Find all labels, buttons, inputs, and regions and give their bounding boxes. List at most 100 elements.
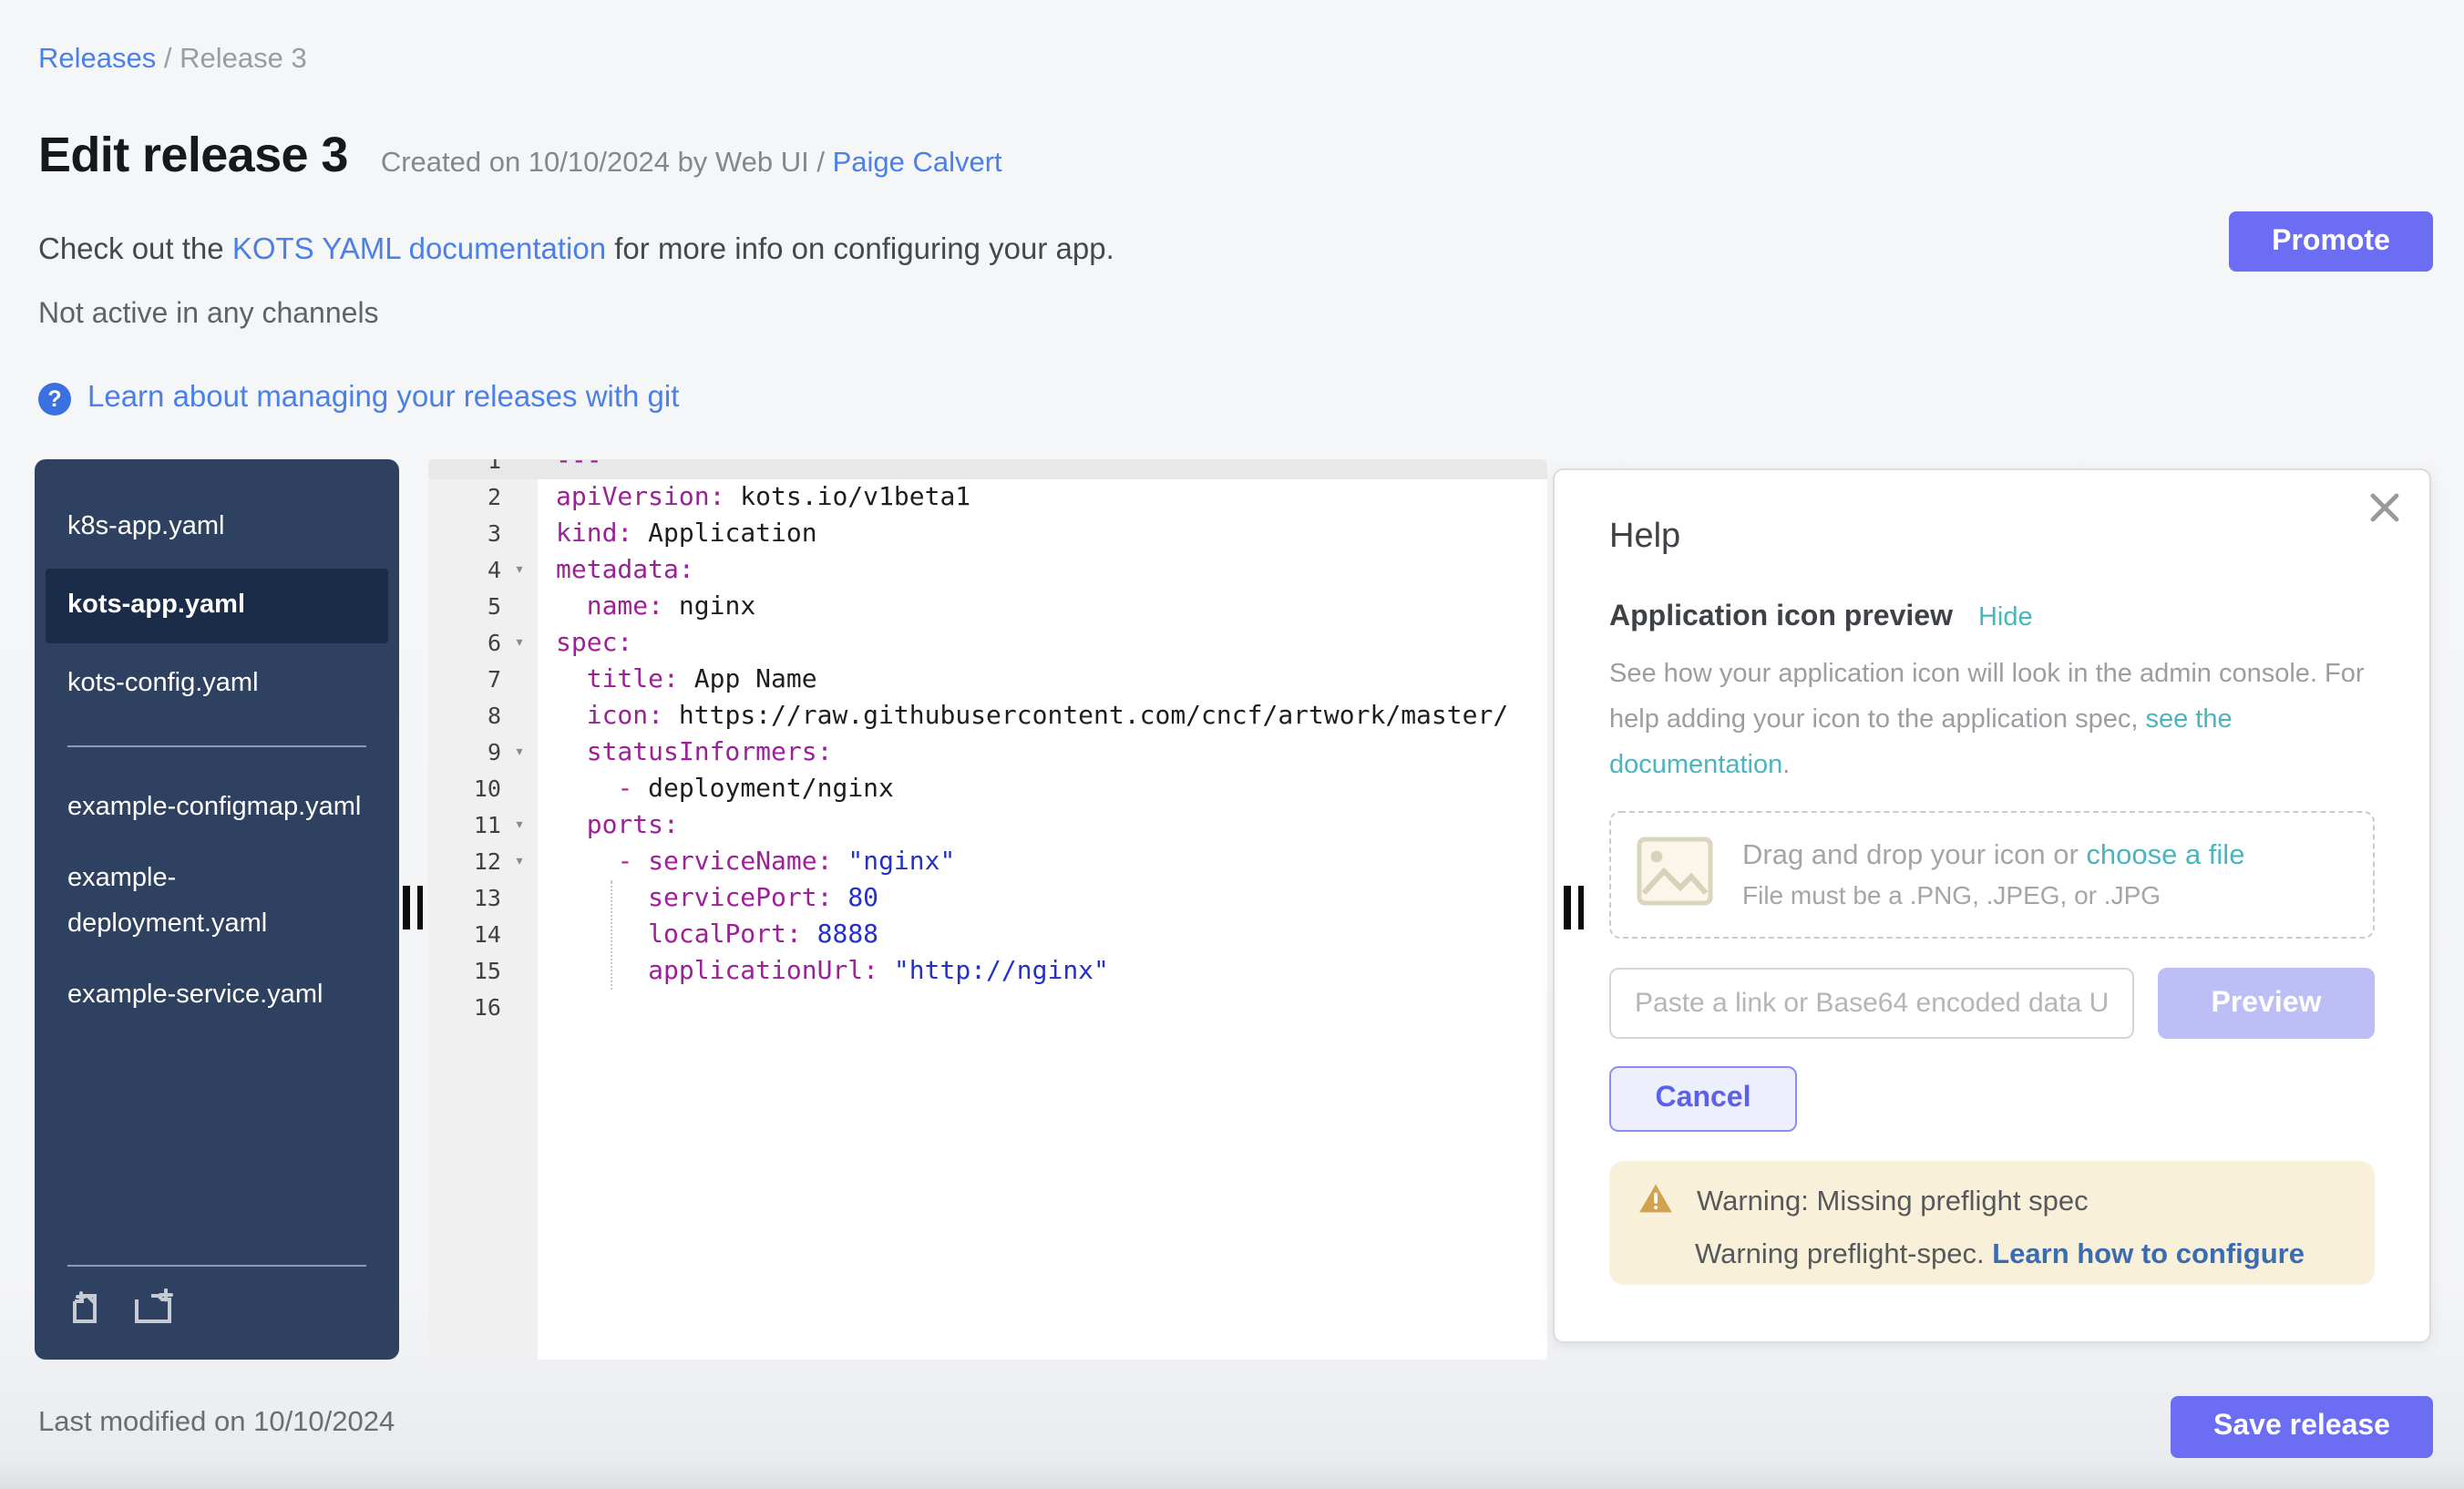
code-text: name: nginx [538, 589, 1547, 625]
created-prefix: Created on 10/10/2024 by Web UI / [381, 148, 833, 179]
code-text [538, 990, 1547, 1026]
author-link[interactable]: Paige Calvert [833, 148, 1002, 179]
hide-link[interactable]: Hide [1978, 603, 2033, 632]
fold-spacer [501, 698, 538, 734]
add-folder-icon[interactable] [133, 1289, 177, 1334]
fold-arrow-icon[interactable]: ▾ [501, 625, 538, 662]
code-line[interactable]: 4▾metadata: [428, 552, 1547, 589]
warning-triangle-icon [1638, 1183, 1673, 1223]
yaml-editor[interactable]: 1---2 apiVersion: kots.io/v1beta13kind: A… [428, 459, 1547, 1360]
line-number: 3 [428, 516, 501, 552]
save-release-button[interactable]: Save release [2171, 1396, 2433, 1458]
page-title: Edit release 3 [38, 128, 348, 184]
file-item[interactable]: kots-config.yaml [35, 649, 399, 720]
fold-arrow-icon[interactable]: ▾ [501, 807, 538, 844]
code-lines: 1---2 apiVersion: kots.io/v1beta13kind: A… [428, 459, 1547, 1026]
code-text: applicationUrl: "http://nginx" [538, 953, 1547, 990]
warning-title: Warning: Missing preflight spec [1697, 1186, 2089, 1219]
code-line[interactable]: 8 icon: https://raw.githubusercontent.co… [428, 698, 1547, 734]
fold-spacer [501, 459, 538, 479]
file-item[interactable]: example-deployment.yaml [35, 844, 399, 960]
line-number: 16 [428, 990, 501, 1026]
image-placeholder-icon [1637, 836, 1713, 914]
line-number: 12 [428, 844, 501, 880]
code-text: icon: https://raw.githubusercontent.com/… [538, 698, 1547, 734]
code-line[interactable]: 3kind: Application [428, 516, 1547, 552]
icon-preview-description: See how your application icon will look … [1609, 652, 2375, 789]
code-line[interactable]: 12▾ - serviceName: "nginx" [428, 844, 1547, 880]
code-text: servicePort: 80 [538, 880, 1547, 917]
code-text: statusInformers: [538, 734, 1547, 771]
file-item[interactable]: example-service.yaml [35, 960, 399, 1032]
description-text: See how your application icon will look … [1609, 660, 2365, 734]
fold-arrow-icon[interactable]: ▾ [501, 844, 538, 880]
kots-yaml-docs-link[interactable]: KOTS YAML documentation [232, 233, 606, 266]
fold-arrow-icon[interactable]: ▾ [501, 734, 538, 771]
git-help-line: ? Learn about managing your releases wit… [38, 381, 679, 416]
dropzone-text: Drag and drop your icon or choose a file [1742, 840, 2244, 873]
code-text: - serviceName: "nginx" [538, 844, 1547, 880]
warning-configure-link[interactable]: Learn how to configure [1992, 1239, 2305, 1270]
fold-spacer [501, 771, 538, 807]
code-text: spec: [538, 625, 1547, 662]
code-text: apiVersion: kots.io/v1beta1 [538, 479, 1547, 516]
line-number: 6 [428, 625, 501, 662]
description-period: . [1782, 751, 1790, 780]
code-text: metadata: [538, 552, 1547, 589]
preflight-warning: Warning: Missing preflight spec Warning … [1609, 1161, 2375, 1285]
line-number: 5 [428, 589, 501, 625]
file-item[interactable]: kots-app.yaml [46, 569, 388, 643]
code-line[interactable]: 1--- [428, 459, 1547, 479]
code-line[interactable]: 10 - deployment/nginx [428, 771, 1547, 807]
file-item[interactable]: k8s-app.yaml [35, 492, 399, 563]
code-line[interactable]: 16 [428, 990, 1547, 1026]
preview-button[interactable]: Preview [2158, 968, 2375, 1039]
code-line[interactable]: 14 localPort: 8888 [428, 917, 1547, 953]
code-line[interactable]: 2 apiVersion: kots.io/v1beta1 [428, 479, 1547, 516]
file-group-1: k8s-app.yamlkots-app.yamlkots-config.yam… [35, 492, 399, 720]
icon-preview-title: Application icon preview [1609, 601, 1953, 634]
fold-arrow-icon[interactable]: ▾ [501, 552, 538, 589]
sidebar-resize-handle[interactable] [403, 886, 423, 929]
file-group-divider [67, 745, 366, 747]
channel-status: Not active in any channels [38, 299, 379, 332]
docs-hint-after: for more info on configuring your app. [606, 233, 1114, 266]
line-number: 10 [428, 771, 501, 807]
choose-file-link[interactable]: choose a file [2086, 840, 2244, 871]
fold-spacer [501, 953, 538, 990]
line-number: 2 [428, 479, 501, 516]
release-editor-page: Releases / Release 3 Edit release 3 Crea… [0, 0, 2464, 1489]
file-item[interactable]: example-configmap.yaml [35, 773, 399, 844]
code-line[interactable]: 6▾spec: [428, 625, 1547, 662]
code-line[interactable]: 9▾ statusInformers: [428, 734, 1547, 771]
help-panel-resize-handle[interactable] [1564, 886, 1584, 929]
cancel-button[interactable]: Cancel [1609, 1066, 1797, 1132]
line-number: 14 [428, 917, 501, 953]
fold-spacer [501, 880, 538, 917]
git-releases-link[interactable]: Learn about managing your releases with … [87, 381, 679, 416]
fold-spacer [501, 990, 538, 1026]
code-line[interactable]: 15 applicationUrl: "http://nginx" [428, 953, 1547, 990]
icon-url-input[interactable] [1609, 968, 2134, 1039]
fold-spacer [501, 516, 538, 552]
icon-dropzone[interactable]: Drag and drop your icon or choose a file… [1609, 811, 2375, 939]
last-modified-text: Last modified on 10/10/2024 [38, 1407, 395, 1440]
line-number: 9 [428, 734, 501, 771]
line-number: 11 [428, 807, 501, 844]
code-line[interactable]: 7 title: App Name [428, 662, 1547, 698]
code-text: ports: [538, 807, 1547, 844]
code-line[interactable]: 11▾ ports: [428, 807, 1547, 844]
breadcrumb-separator: / [156, 44, 180, 75]
dropzone-text-before: Drag and drop your icon or [1742, 840, 2086, 871]
question-mark-icon: ? [38, 382, 71, 415]
fold-spacer [501, 589, 538, 625]
close-icon[interactable] [2369, 492, 2400, 532]
promote-button[interactable]: Promote [2229, 211, 2433, 272]
fold-spacer [501, 917, 538, 953]
add-file-icon[interactable] [67, 1289, 104, 1334]
created-info: Created on 10/10/2024 by Web UI / Paige … [381, 148, 1002, 180]
code-line[interactable]: 5 name: nginx [428, 589, 1547, 625]
code-line[interactable]: 13 servicePort: 80 [428, 880, 1547, 917]
breadcrumb-releases-link[interactable]: Releases [38, 44, 156, 75]
code-text: title: App Name [538, 662, 1547, 698]
